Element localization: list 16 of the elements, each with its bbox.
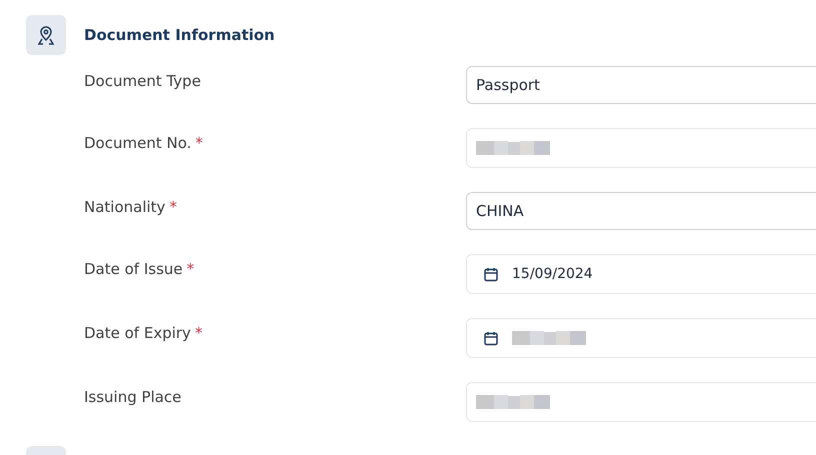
select-field[interactable]: Passport [466,66,816,104]
field-label: Issuing Place [84,387,182,406]
calendar-icon [484,266,498,282]
calendar-icon [484,330,498,346]
field-label: Date of Issue * [84,259,196,278]
field-label: Document No. * [84,133,204,152]
input-field[interactable] [466,128,816,168]
location-pin-icon [36,25,56,45]
field-label: Nationality * [84,197,178,216]
section-title: Document Information [84,26,275,44]
field-label: Date of Expiry * [84,323,204,342]
input-field[interactable] [466,382,816,422]
field-label: Document Type [84,71,202,90]
date-field[interactable] [466,318,816,358]
date-field[interactable]: 15/09/2024 [466,254,816,294]
select-field[interactable]: CHINA [466,192,816,230]
